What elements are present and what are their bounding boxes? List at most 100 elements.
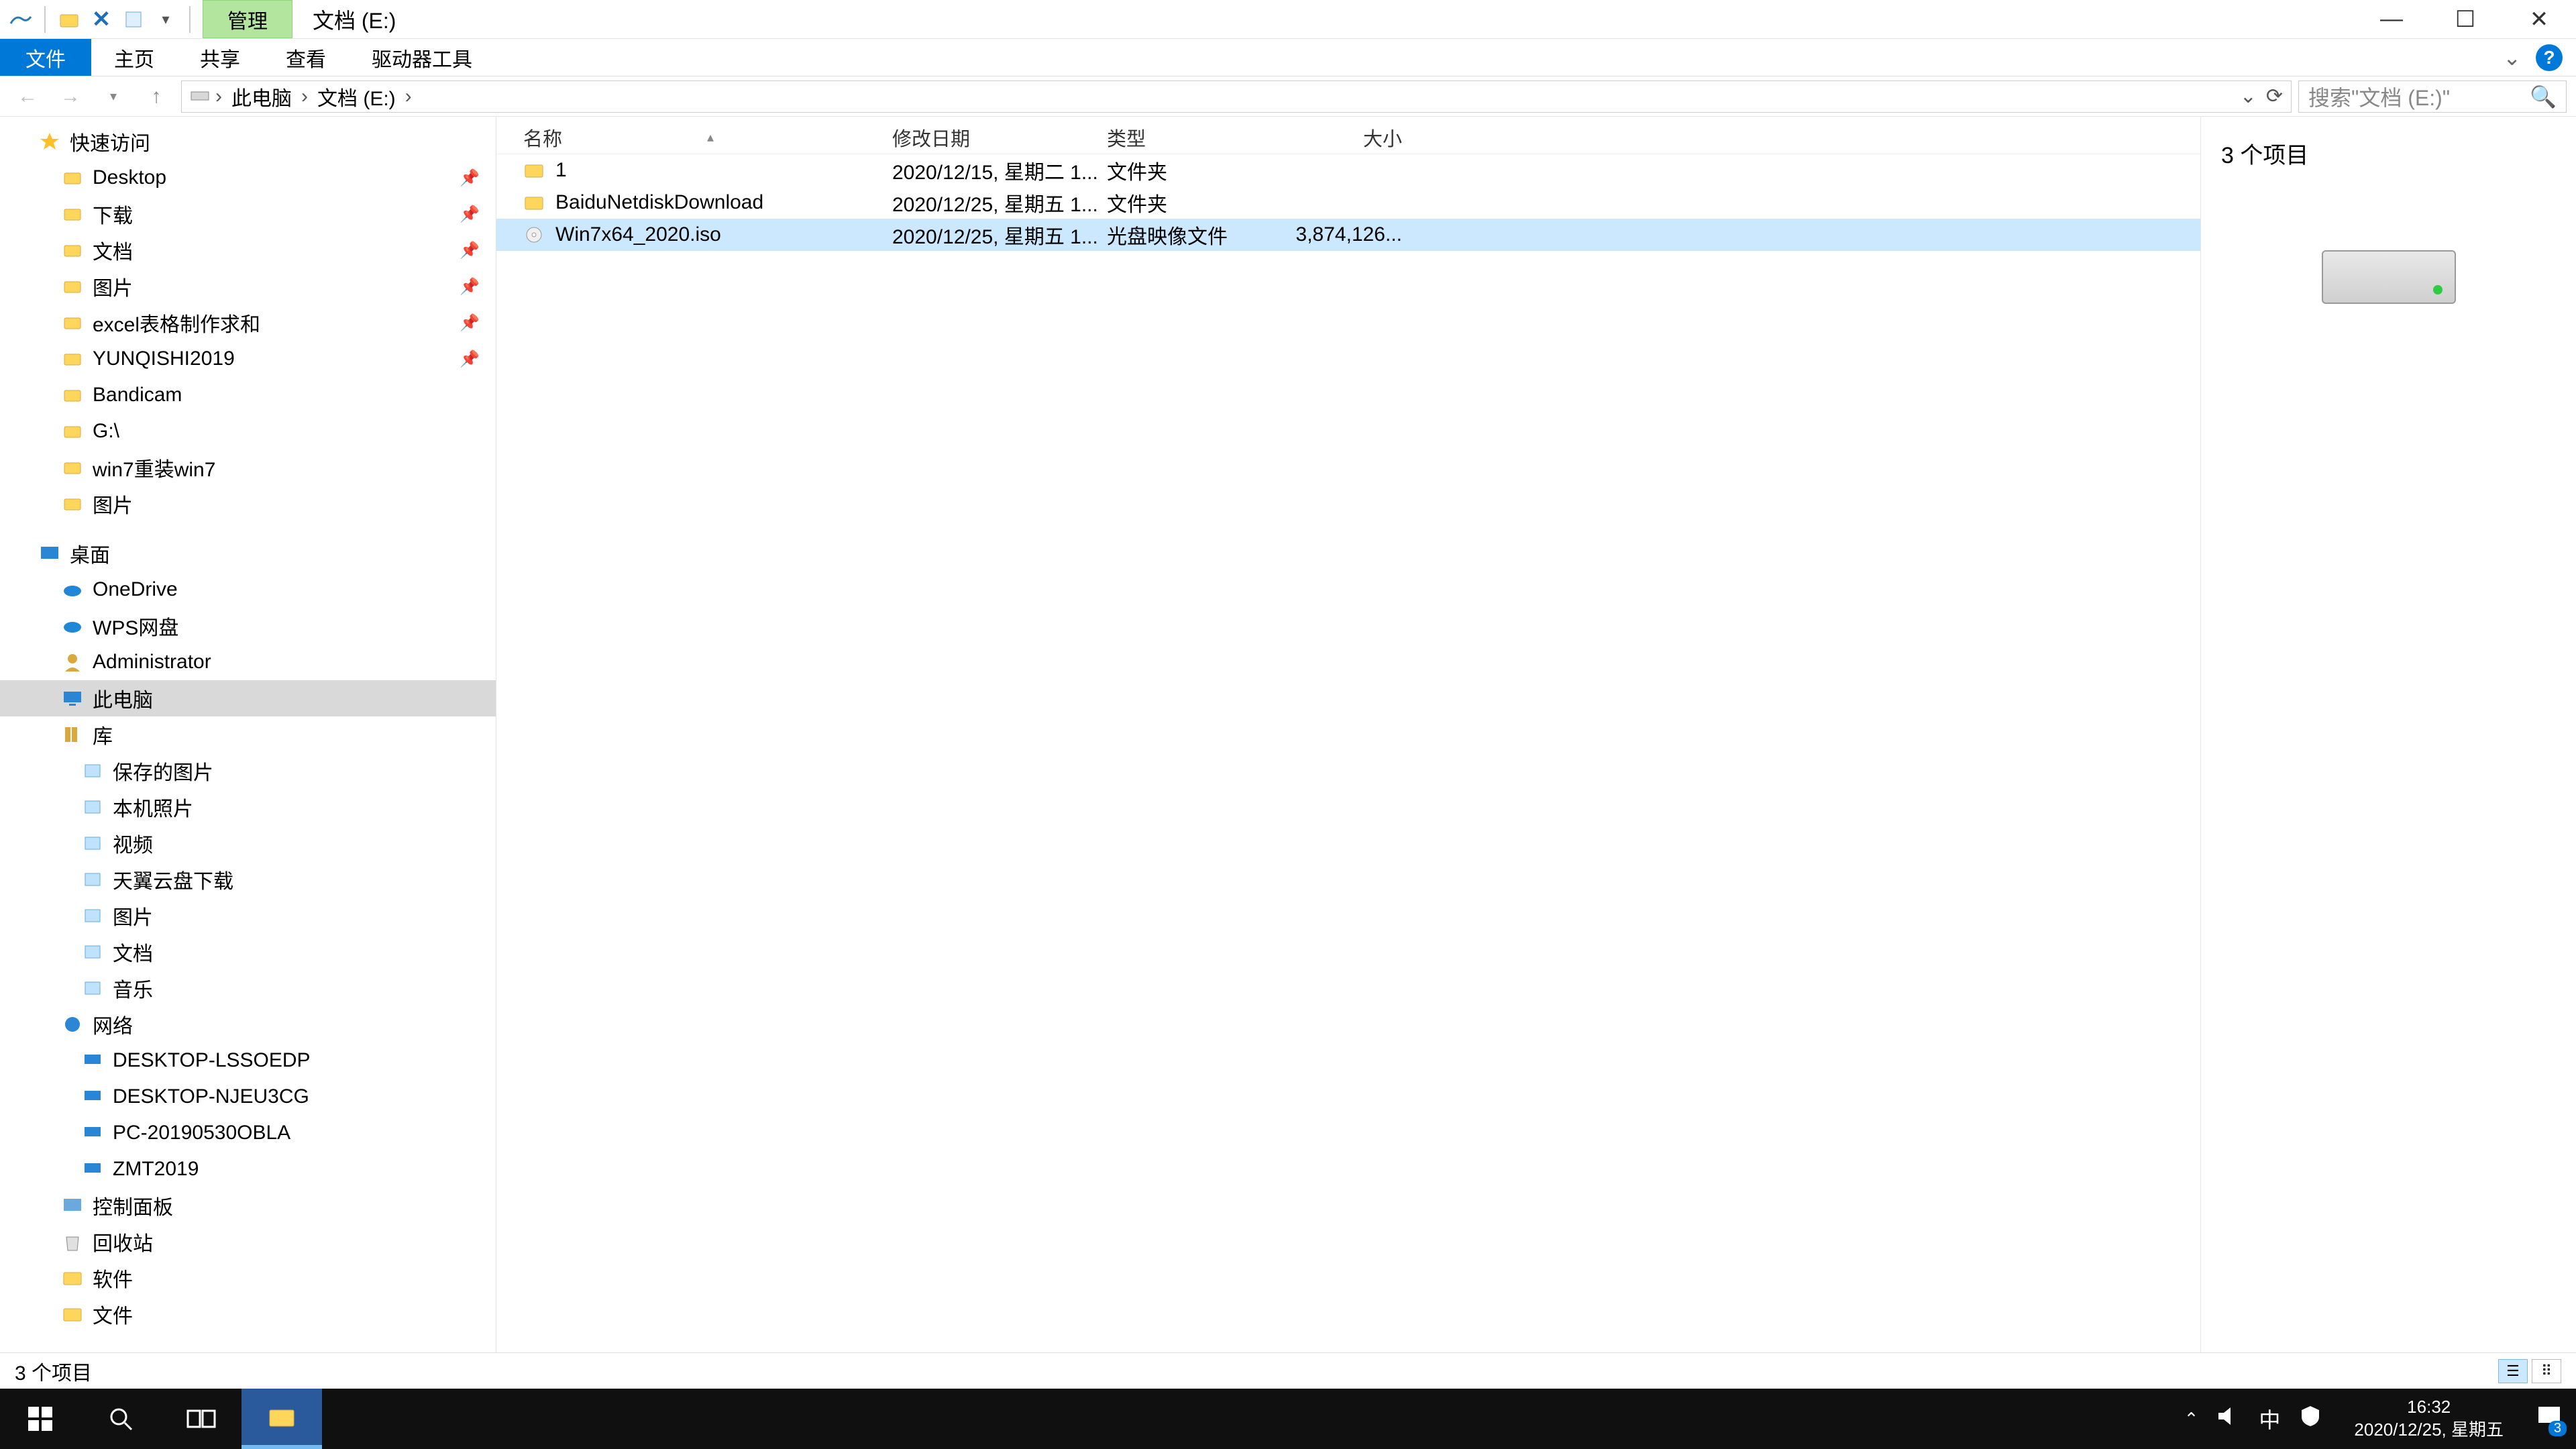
sidebar-network-pc[interactable]: DESKTOP-NJEU3CG [0,1079,496,1115]
folder-icon [523,192,545,213]
help-icon[interactable]: ? [2536,44,2563,71]
column-date[interactable]: 修改日期 [892,123,1107,152]
task-view-button[interactable] [161,1389,241,1449]
close-button[interactable]: ✕ [2502,0,2576,38]
sidebar-network-pc[interactable]: DESKTOP-LSSOEDP [0,1042,496,1079]
library-icon [80,904,105,928]
chevron-right-icon[interactable]: › [405,85,412,108]
navigation-pane: 快速访问 Desktop📌下载📌文档📌图片📌excel表格制作求和📌YUNQIS… [0,117,496,1352]
taskbar: ⌃ 中 16:32 2020/12/25, 星期五 3 [0,1389,2576,1449]
item-icon [60,650,85,674]
sidebar-library-item[interactable]: 天翼云盘下载 [0,861,496,898]
breadcrumb-dropdown-icon[interactable]: ⌄ [2240,85,2257,108]
ribbon-collapse-icon[interactable]: ⌄ [2503,45,2521,70]
ime-indicator[interactable]: 中 [2259,1403,2280,1434]
sidebar-library-item[interactable]: 文档 [0,934,496,970]
sidebar-library-item[interactable]: 保存的图片 [0,753,496,789]
refresh-icon[interactable]: ⟳ [2266,85,2283,108]
properties-icon[interactable] [121,7,146,32]
sidebar-qa-item[interactable]: Bandicam [0,377,496,413]
tab-view[interactable]: 查看 [263,39,349,76]
sidebar-qa-item[interactable]: 图片📌 [0,268,496,305]
sidebar-item-label: 快速访问 [70,127,150,156]
sidebar-desktop-root[interactable]: 桌面 [0,535,496,572]
breadcrumb-drive[interactable]: 文档 (E:) [313,82,400,111]
star-icon [38,129,62,154]
taskbar-clock[interactable]: 16:32 2020/12/25, 星期五 [2341,1396,2517,1442]
tab-share[interactable]: 共享 [177,39,263,76]
start-button[interactable] [0,1389,80,1449]
close-x-icon[interactable]: ✕ [89,7,114,32]
volume-icon[interactable] [2217,1406,2240,1432]
chevron-right-icon[interactable]: › [301,85,308,108]
folder-icon [60,274,85,299]
navigation-bar: ← → ▾ ↑ › 此电脑 › 文档 (E:) › ⌄ ⟳ 搜索"文档 (E:)… [0,76,2576,117]
history-dropdown-icon[interactable]: ▾ [95,80,131,113]
sidebar-qa-item[interactable]: 文档📌 [0,232,496,268]
folder-checked-icon[interactable] [56,7,82,32]
sidebar-network-pc[interactable]: PC-20190530OBLA [0,1115,496,1151]
sidebar-qa-item[interactable]: YUNQISHI2019📌 [0,341,496,377]
library-icon [80,795,105,819]
windows-defender-icon[interactable] [2299,1405,2322,1433]
details-view-button[interactable]: ☰ [2498,1359,2528,1383]
sidebar-network[interactable]: 网络 [0,1006,496,1042]
back-button[interactable]: ← [9,80,46,113]
maximize-button[interactable]: ☐ [2428,0,2502,38]
tab-file[interactable]: 文件 [0,39,91,76]
sidebar-desktop-item[interactable]: OneDrive [0,572,496,608]
minimize-button[interactable]: — [2355,0,2428,38]
icons-view-button[interactable]: ⠿ [2532,1359,2561,1383]
sidebar-library-item[interactable]: 本机照片 [0,789,496,825]
sidebar-files[interactable]: 文件 [0,1296,496,1332]
details-item-count: 3 个项目 [2221,137,2556,170]
tab-home[interactable]: 主页 [91,39,177,76]
sidebar-library-item[interactable]: 音乐 [0,970,496,1006]
taskbar-search-button[interactable] [80,1389,161,1449]
sidebar-desktop-item[interactable]: WPS网盘 [0,608,496,644]
recycle-icon [60,1230,85,1254]
sidebar-library-item[interactable]: 视频 [0,825,496,861]
up-button[interactable]: ↑ [138,80,174,113]
forward-button[interactable]: → [52,80,89,113]
sidebar-qa-item[interactable]: 下载📌 [0,196,496,232]
folder-icon [60,492,85,516]
tray-overflow-icon[interactable]: ⌃ [2184,1409,2199,1430]
sidebar-network-pc[interactable]: ZMT2019 [0,1151,496,1187]
sidebar-qa-item[interactable]: G:\ [0,413,496,449]
breadcrumb[interactable]: › 此电脑 › 文档 (E:) › ⌄ ⟳ [181,80,2292,113]
titlebar: ✕ ▾ 管理 文档 (E:) — ☐ ✕ [0,0,2576,39]
taskbar-explorer-button[interactable] [241,1389,322,1449]
sidebar-library-item[interactable]: 图片 [0,898,496,934]
library-icon [80,831,105,855]
sidebar-desktop-item[interactable]: 库 [0,716,496,753]
sidebar-control-panel[interactable]: 控制面板 [0,1187,496,1224]
drive-preview-icon [2322,250,2456,304]
action-center-button[interactable]: 3 [2536,1404,2563,1434]
sidebar-desktop-item[interactable]: Administrator [0,644,496,680]
sidebar-qa-item[interactable]: excel表格制作求和📌 [0,305,496,341]
qat-dropdown-icon[interactable]: ▾ [153,7,178,32]
breadcrumb-this-pc[interactable]: 此电脑 [227,82,296,111]
sidebar-software[interactable]: 软件 [0,1260,496,1296]
file-date: 2020/12/25, 星期五 1... [892,188,1107,217]
sidebar-quick-access[interactable]: 快速访问 [0,123,496,160]
file-row[interactable]: Win7x64_2020.iso 2020/12/25, 星期五 1... 光盘… [496,219,2200,251]
sidebar-recycle-bin[interactable]: 回收站 [0,1224,496,1260]
chevron-right-icon[interactable]: › [215,85,222,108]
folder-icon [60,166,85,190]
column-name[interactable]: 名称 ▴ [496,123,892,152]
sidebar-desktop-item[interactable]: 此电脑 [0,680,496,716]
sidebar-qa-item[interactable]: Desktop📌 [0,160,496,196]
sidebar-item-label: ZMT2019 [113,1158,199,1181]
column-type[interactable]: 类型 [1107,123,1288,152]
sidebar-qa-item[interactable]: win7重装win7 [0,449,496,486]
sidebar-qa-item[interactable]: 图片 [0,486,496,522]
file-row[interactable]: BaiduNetdiskDownload 2020/12/25, 星期五 1..… [496,186,2200,219]
tab-manage[interactable]: 管理 [203,0,292,38]
search-input[interactable]: 搜索"文档 (E:)" 🔍 [2298,80,2567,113]
sidebar-item-label: 图片 [93,272,133,301]
file-row[interactable]: 1 2020/12/15, 星期二 1... 文件夹 [496,154,2200,186]
column-size[interactable]: 大小 [1288,123,1402,152]
tab-drive-tools[interactable]: 驱动器工具 [349,39,495,76]
